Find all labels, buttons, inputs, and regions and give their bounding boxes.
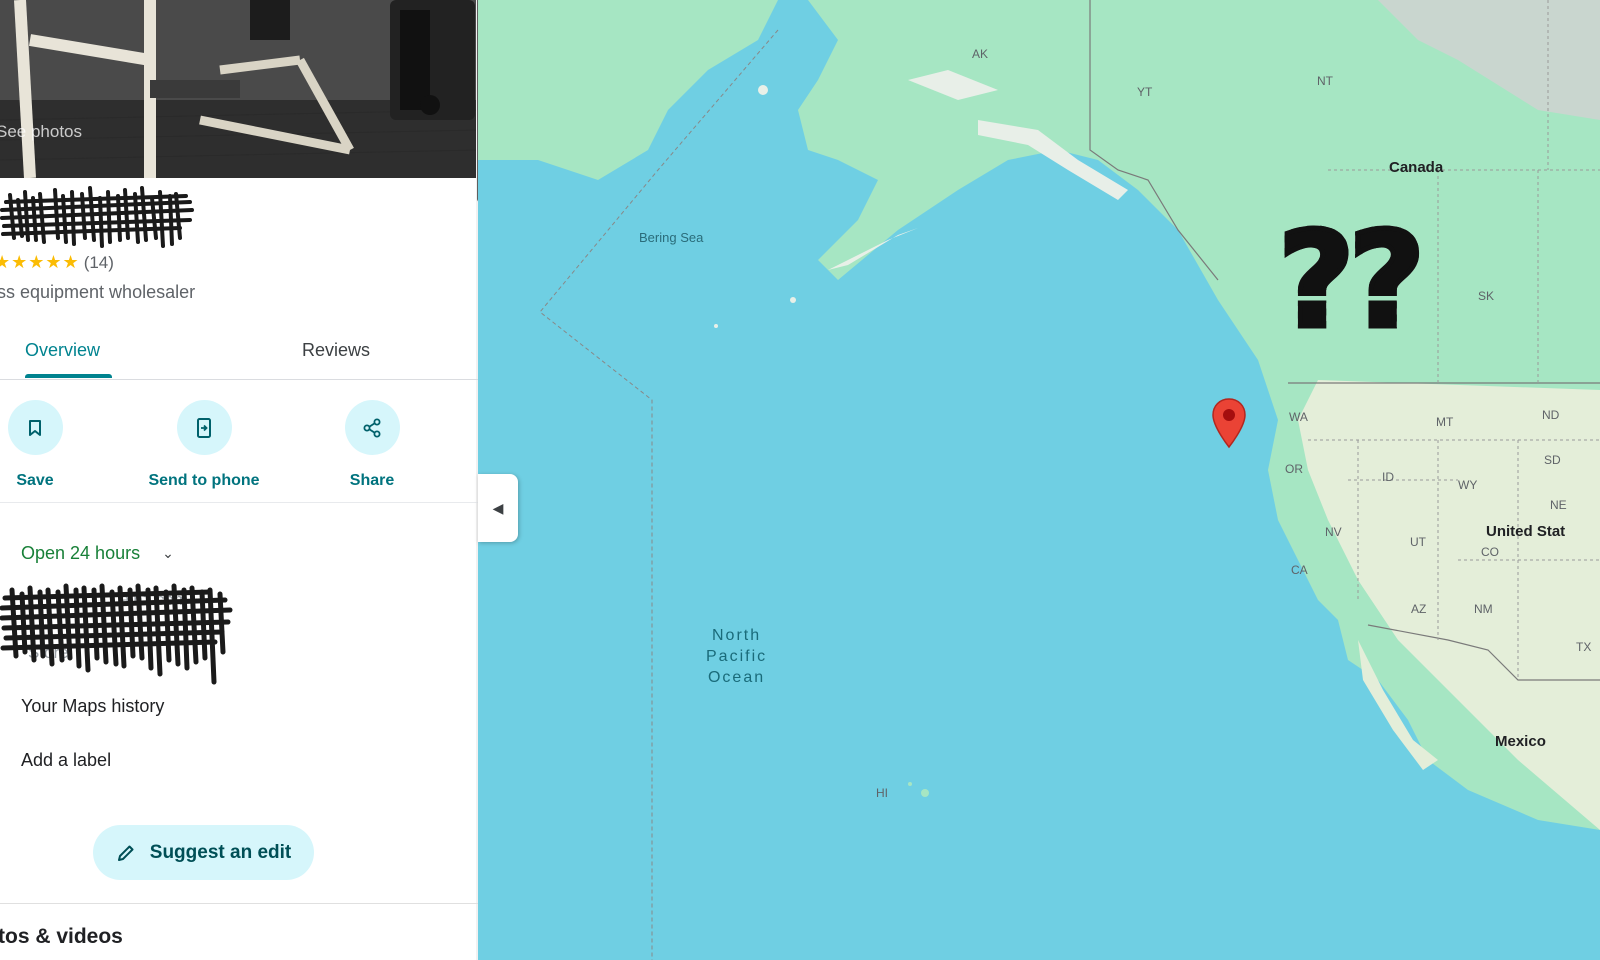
label-ne: NE [1550,498,1567,512]
label-north-pacific-ocean: North Pacific Ocean [706,625,767,688]
redacted-details [0,583,233,685]
save-icon-circle [7,400,63,455]
label-az: AZ [1411,602,1427,616]
photos-videos-heading: tos & videos [0,925,123,948]
save-label: Save [16,472,54,489]
review-count[interactable]: (14) [84,253,114,273]
pencil-icon [117,845,134,861]
alaska-land [478,0,778,180]
collapse-panel-button[interactable]: ◀ [478,474,518,542]
label-mexico: Mexico [1495,733,1546,750]
label-sk: SK [1478,289,1495,303]
hours-status: Open 24 hours [21,543,141,563]
label-nd: ND [1542,408,1560,422]
map-land-shapes [478,0,1600,960]
suggest-edit-button[interactable]: Suggest an edit [93,825,314,880]
share-button[interactable]: Share [332,400,412,490]
gym-photo [0,0,478,178]
send-to-phone-button[interactable]: Send to phone [139,400,269,490]
place-panel: See photos ★★★★★ (14) ss equipment whole… [0,0,478,960]
label-yt: YT [1137,85,1153,99]
location-pin-icon[interactable] [1211,397,1247,449]
label-tx: TX [1576,640,1592,654]
ocean-line-1: North [712,627,762,644]
label-united-states: United Stat [1486,523,1566,540]
share-icon-circle [344,400,400,455]
label-wy: WY [1458,478,1478,492]
label-canada: Canada [1389,159,1444,176]
ocean-line-2: Pacific [706,648,768,665]
share-icon [363,418,381,437]
label-ut: UT [1410,535,1426,549]
map-canvas[interactable]: AK YT NT SK WA MT ND SD OR ID WY NE NV U… [478,0,1600,960]
place-hero-photo[interactable]: See photos [0,0,478,178]
star-rating: ★★★★★ [0,252,80,272]
label-co: CO [1481,545,1499,559]
maps-history-link[interactable]: Your Maps history [21,696,164,717]
label-nv: NV [1325,525,1342,539]
suggest-edit-label: Suggest an edit [149,841,292,863]
label-sd: SD [1544,453,1561,467]
tab-overview[interactable]: Overview [25,340,100,361]
hours-row[interactable]: Open 24 hours ⌄ [21,543,174,564]
tab-reviews[interactable]: Reviews [302,340,370,361]
chevron-down-icon[interactable]: ⌄ [162,545,174,562]
see-photos-link[interactable]: See photos [0,122,82,142]
rating-summary[interactable]: ★★★★★ (14) [0,252,114,273]
section-divider [0,903,478,904]
send-to-phone-icon-circle [176,400,232,455]
add-label-link[interactable]: Add a label [21,750,111,771]
send-to-phone-icon [197,417,211,438]
action-bar: Save Send to phone Share [0,380,478,503]
label-ak: AK [972,47,989,61]
share-label: Share [349,472,395,489]
label-hi: HI [876,786,888,800]
save-button[interactable]: Save [0,400,70,490]
question-marks-text: ?? [1275,204,1427,358]
ocean-line-3: Ocean [707,669,766,686]
redacted-place-name [0,186,194,248]
label-nt: NT [1317,74,1333,88]
label-or: OR [1285,462,1303,476]
question-marks-annotation: ?? [1275,213,1427,350]
active-tab-indicator [25,374,112,378]
send-to-phone-label: Send to phone [148,472,260,489]
label-mt: MT [1436,415,1454,429]
label-bering-sea: Bering Sea [639,230,704,245]
caret-left-icon: ◀ [492,499,504,516]
label-nm: NM [1474,602,1493,616]
label-ca: CA [1291,563,1308,577]
label-id: ID [1382,470,1394,484]
place-category[interactable]: ss equipment wholesaler [0,282,195,303]
label-wa: WA [1289,410,1308,424]
place-tabs: Overview Reviews [0,320,478,380]
bookmark-icon [29,419,41,436]
